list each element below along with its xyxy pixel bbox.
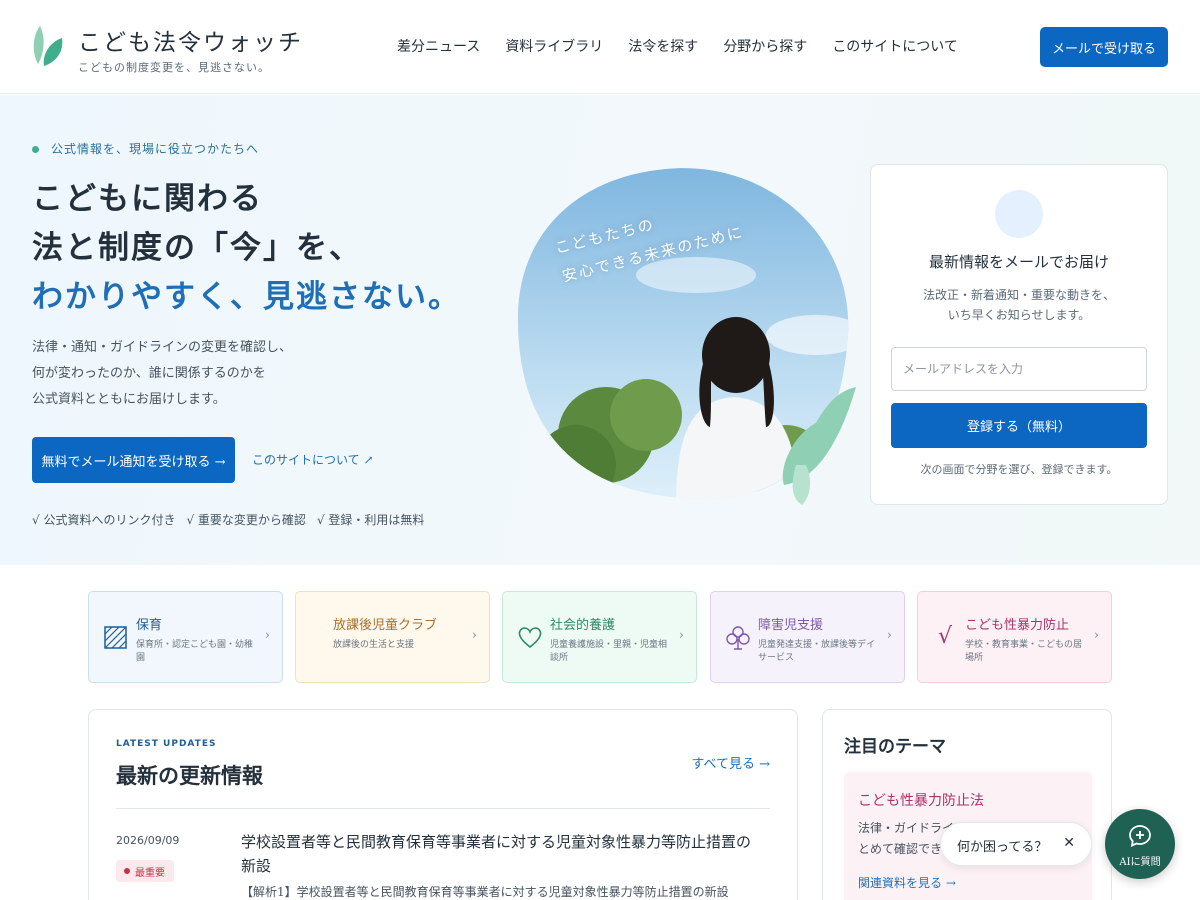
close-icon[interactable]: ✕ (1063, 835, 1075, 851)
category-subtitle: 児童発達支援・放課後等デイサービス (758, 640, 876, 663)
chat-prompt-bubble[interactable]: 何か困ってる？ ✕ (940, 822, 1092, 866)
update-date: 2026/09/09 (116, 834, 180, 847)
free-email-signup-button[interactable]: 無料でメール通知を受け取る → (32, 437, 235, 483)
chevron-right-icon: › (1093, 628, 1099, 643)
category-card-violence-prevention[interactable]: √ こども性暴力防止 学校・教育事業・こどもの居場所 › (917, 591, 1112, 683)
category-card-hoiku[interactable]: 保育 保育所・認定こども園・幼稚園 › (88, 591, 283, 683)
main-nav: 差分ニュース 資料ライブラリ 法令を探す 分野から探す このサイトについて (397, 36, 958, 56)
category-subtitle: 学校・教育事業・こどもの居場所 (965, 640, 1083, 663)
theme-title: こども性暴力防止法 (858, 793, 984, 809)
chat-prompt-text: 何か困ってる？ (957, 840, 1048, 855)
nav-library[interactable]: 資料ライブラリ (505, 36, 603, 56)
category-title: 放課後児童クラブ (333, 618, 438, 633)
feature-checks: √ 公式資料へのリンク付き √ 重要な変更から確認 √ 登録・利用は無料 (32, 511, 424, 528)
chat-plus-icon (1129, 825, 1151, 847)
hero-eyebrow: 公式情報を、現場に役立つかたちへ (32, 140, 259, 157)
register-button[interactable]: 登録する（無料） (891, 403, 1147, 448)
view-all-link[interactable]: すべて見る → (691, 753, 770, 772)
nav-by-field[interactable]: 分野から探す (723, 36, 807, 56)
latest-eyebrow: LATEST UPDATES (116, 739, 217, 749)
featured-theme-panel: 注目のテーマ こども性暴力防止法 法律・ガイドライン とめて確認でき 関連資料を… (822, 709, 1112, 900)
category-subtitle: 児童養護施設・里親・児童相談所 (550, 640, 668, 663)
nav-diff-news[interactable]: 差分ニュース (397, 36, 480, 56)
ai-chat-label: AIに質問 (1119, 857, 1161, 868)
featured-title: 注目のテーマ (844, 737, 946, 757)
ai-chat-button[interactable]: AIに質問 (1105, 809, 1175, 879)
category-card-disability[interactable]: 障害児支援 児童発達支援・放課後等デイサービス › (710, 591, 905, 683)
related-materials-link[interactable]: 関連資料を見る → (858, 874, 956, 891)
chevron-right-icon: › (886, 628, 892, 643)
category-subtitle: 保育所・認定こども園・幼稚園 (136, 640, 254, 663)
nav-search-laws[interactable]: 法令を探す (628, 36, 698, 56)
priority-badge: 最重要 (116, 860, 174, 882)
check-item: √ 登録・利用は無料 (316, 513, 425, 527)
chevron-right-icon: › (264, 628, 270, 643)
email-field[interactable] (891, 347, 1147, 391)
leaf-logo-icon (33, 26, 63, 66)
divider (116, 808, 770, 809)
signup-note: 次の画面で分野を選び、登録できます。 (920, 463, 1118, 476)
nav-about[interactable]: このサイトについて (832, 36, 958, 56)
category-card-afterschool[interactable]: 放課後児童クラブ 放課後の生活と支援 › (295, 591, 490, 683)
chevron-right-icon: › (471, 628, 477, 643)
heart-icon (518, 627, 542, 649)
category-title: 保育 (136, 618, 163, 633)
check-item: √ 重要な変更から確認 (186, 513, 306, 527)
hatched-square-icon (104, 626, 127, 649)
category-title: 社会的養護 (550, 618, 616, 633)
signup-title: 最新情報をメールでお届け (928, 253, 1109, 271)
category-title: 障害児支援 (758, 618, 824, 633)
update-summary: 【解析1】学校設置者等と民間教育保育等事業者に対する児童対象性暴力等防止措置の新… (241, 885, 729, 899)
logo-subtitle: こどもの制度変更を、見逃さない。 (78, 61, 270, 74)
email-subscribe-button[interactable]: メールで受け取る (1040, 27, 1168, 67)
category-card-social-care[interactable]: 社会的養護 児童養護施設・里親・児童相談所 › (502, 591, 697, 683)
dot-icon (32, 146, 39, 153)
category-subtitle: 放課後の生活と支援 (333, 640, 415, 650)
check-item: √ 公式資料へのリンク付き (32, 513, 176, 527)
hero-heading: こどもに関わる 法と制度の「今」を、 わかりやすく、見逃さない。 (32, 181, 461, 315)
clover-icon (726, 626, 750, 650)
category-title: こども性暴力防止 (965, 618, 1070, 633)
mail-icon (995, 190, 1043, 238)
hero-description: 法律・通知・ガイドラインの変更を確認し、 何が変わったのか、誰に関係するのかを … (32, 340, 293, 407)
chevron-right-icon: › (678, 628, 684, 643)
check-icon: √ (937, 624, 953, 649)
signup-description: 法改正・新着通知・重要な動きを、 いち早くお知らせします。 (922, 288, 1115, 322)
site-header: こども法令ウォッチ こどもの制度変更を、見逃さない。 差分ニュース 資料ライブラ… (0, 0, 1200, 94)
logo-title: こども法令ウォッチ (78, 30, 303, 56)
email-signup-card: 最新情報をメールでお届け 法改正・新着通知・重要な動きを、 いち早くお知らせしま… (870, 164, 1168, 505)
about-link[interactable]: このサイトについて ↗ (252, 451, 374, 468)
latest-updates-panel: LATEST UPDATES 最新の更新情報 すべて見る → 2026/09/0… (88, 709, 798, 900)
latest-title: 最新の更新情報 (116, 763, 263, 788)
update-headline-link[interactable]: 学校設置者等と民間教育保育等事業者に対する児童対象性暴力等防止措置の新設 (241, 830, 751, 878)
